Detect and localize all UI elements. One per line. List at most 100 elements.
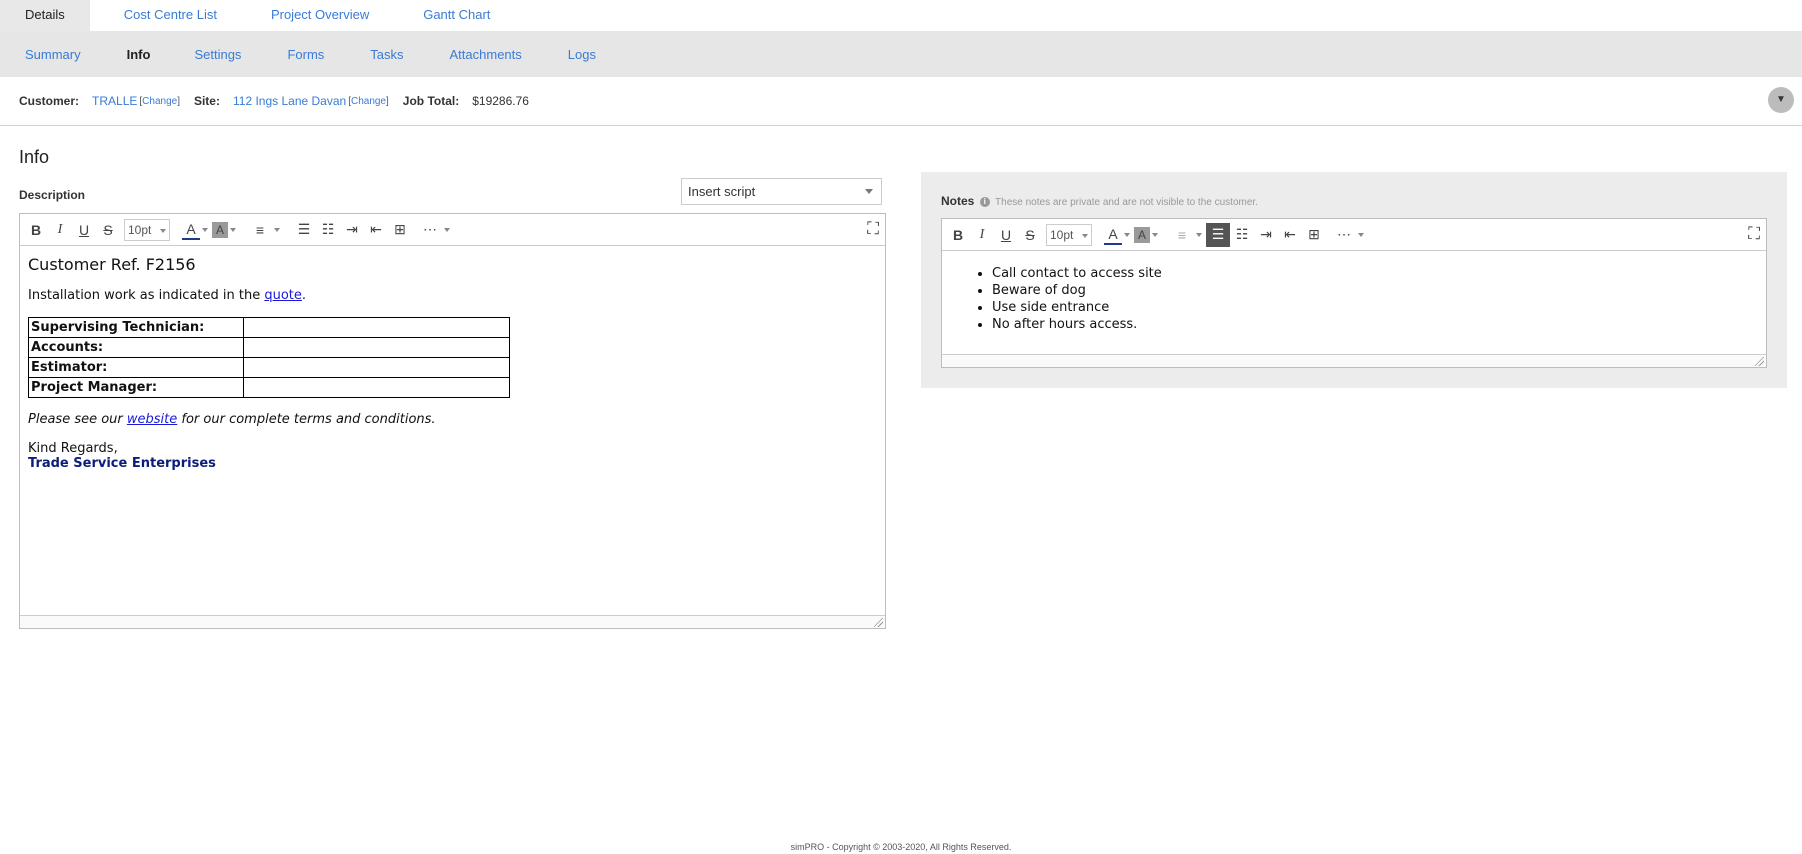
notes-panel: Notes i These notes are private and are … [921,172,1787,388]
notes-editor: B I U S 10pt A A ≡ ☰ ☷ ⇥ ⇤ ⊞ ⋯ ⛶ Call co… [941,218,1767,368]
indent-icon[interactable]: ⇥ [1254,223,1278,247]
subtab-settings[interactable]: Settings [194,47,241,62]
chevron-down-icon [1358,232,1364,237]
subtab-info[interactable]: Info [127,47,151,62]
site-label: Site: [193,94,220,108]
align-button[interactable]: ≡ [1170,223,1202,247]
background-color-button[interactable]: A [212,221,236,238]
customer-link[interactable]: TRALLE [92,94,137,108]
notes-hint: These notes are private and are not visi… [995,197,1258,208]
notes-content[interactable]: Call contact to access site Beware of do… [942,251,1766,355]
bold-icon[interactable]: B [24,218,48,242]
tab-details[interactable]: Details [0,0,90,31]
font-size-select[interactable]: 10pt [1046,223,1092,246]
website-link[interactable]: website [127,412,177,427]
table-row: Supervising Technician: [28,317,510,338]
table-icon[interactable]: ⊞ [388,218,412,242]
align-left-icon: ≡ [255,221,265,238]
more-icon: ⋯ [423,221,437,237]
notes-toolbar: B I U S 10pt A A ≡ ☰ ☷ ⇥ ⇤ ⊞ ⋯ ⛶ [942,219,1766,251]
font-size-value: 10pt [128,222,152,237]
chevron-down-icon[interactable]: ▼ [1768,87,1794,113]
text-color-button[interactable]: A [182,220,208,240]
table-row: Estimator: [28,357,510,378]
bullet-list-icon[interactable]: ☰ [292,218,316,242]
italic-icon[interactable]: I [48,218,72,242]
table-cell-value[interactable] [243,357,510,378]
table-cell-value[interactable] [243,377,510,398]
subtab-tasks[interactable]: Tasks [370,47,403,62]
background-color-button[interactable]: A [1134,226,1158,243]
subtab-forms[interactable]: Forms [287,47,324,62]
notes-header: Notes i These notes are private and are … [941,194,1258,208]
customer-label: Customer: [19,94,80,108]
italic-icon[interactable]: I [970,223,994,247]
highlight-color-icon: A [1134,226,1150,243]
subtab-logs[interactable]: Logs [568,47,596,62]
font-size-value: 10pt [1050,227,1074,242]
site-change: [Change] [348,95,389,107]
description-label: Description [19,188,86,202]
insert-script-value: Insert script [688,184,756,199]
insert-script-select[interactable]: Insert script [681,178,882,205]
font-size-select[interactable]: 10pt [124,218,170,241]
notes-list: Call contact to access site Beware of do… [992,265,1758,333]
customer-change-link[interactable]: Change [142,96,177,107]
tab-cost-centre-list[interactable]: Cost Centre List [90,0,244,31]
intro-end: . [301,288,307,303]
chevron-down-icon [274,227,280,232]
strikethrough-icon[interactable]: S [1018,223,1042,247]
chevron-down-icon [444,227,450,232]
copyright-footer: simPRO - Copyright © 2003-2020, All Righ… [790,842,1012,852]
tab-project-overview[interactable]: Project Overview [244,0,396,31]
quote-link[interactable]: quote [264,288,302,303]
outdent-icon[interactable]: ⇤ [1278,223,1302,247]
resize-handle-icon[interactable] [1755,357,1764,366]
table-cell-value[interactable] [243,337,510,358]
table-cell-label: Estimator: [28,357,244,378]
text-color-button[interactable]: A [1104,225,1130,245]
fullscreen-icon[interactable]: ⛶ [1748,224,1760,244]
editor-statusbar [942,354,1766,367]
intro-paragraph: Installation work as indicated in the qu… [28,288,877,303]
underline-icon[interactable]: U [994,223,1018,247]
text-color-icon: A [1104,225,1122,245]
list-item: No after hours access. [992,316,1758,333]
resize-handle-icon[interactable] [874,618,883,627]
strikethrough-icon[interactable]: S [96,218,120,242]
outdent-icon[interactable]: ⇤ [364,218,388,242]
table-cell-label: Accounts: [28,337,244,358]
bold-icon[interactable]: B [946,223,970,247]
subtab-attachments[interactable]: Attachments [450,47,522,62]
list-item: Use side entrance [992,299,1758,316]
signoff-table: Supervising Technician: Accounts: Estima… [28,317,510,398]
description-content[interactable]: Customer Ref. F2156 Installation work as… [20,246,885,614]
underline-icon[interactable]: U [72,218,96,242]
table-icon[interactable]: ⊞ [1302,223,1326,247]
indent-icon[interactable]: ⇥ [340,218,364,242]
more-button[interactable]: ⋯ [1332,223,1364,247]
bullet-list-icon[interactable]: ☰ [1206,222,1230,247]
more-button[interactable]: ⋯ [418,218,450,242]
site-link[interactable]: 112 Ings Lane Davan [233,94,346,108]
chevron-down-icon [230,227,236,232]
numbered-list-icon[interactable]: ☷ [316,218,340,242]
signature-text: Trade Service Enterprises [28,456,216,471]
fullscreen-icon[interactable]: ⛶ [867,219,879,239]
site-change-link[interactable]: Change [351,96,386,107]
table-row: Accounts: [28,337,510,358]
subtab-summary[interactable]: Summary [25,47,81,62]
chevron-down-icon [1082,233,1088,238]
notes-label: Notes [941,194,975,208]
tab-gantt-chart[interactable]: Gantt Chart [396,0,517,31]
chevron-down-icon [1152,232,1158,237]
highlight-color-icon: A [212,221,228,238]
table-cell-value[interactable] [243,317,510,338]
list-item: Call contact to access site [992,265,1758,282]
numbered-list-icon[interactable]: ☷ [1230,223,1254,247]
table-cell-label: Supervising Technician: [28,317,244,338]
terms-end: for our complete terms and conditions. [177,412,436,427]
chevron-down-icon [865,189,873,194]
intro-text: Installation work as indicated in the [28,288,265,303]
align-button[interactable]: ≡ [248,218,280,242]
